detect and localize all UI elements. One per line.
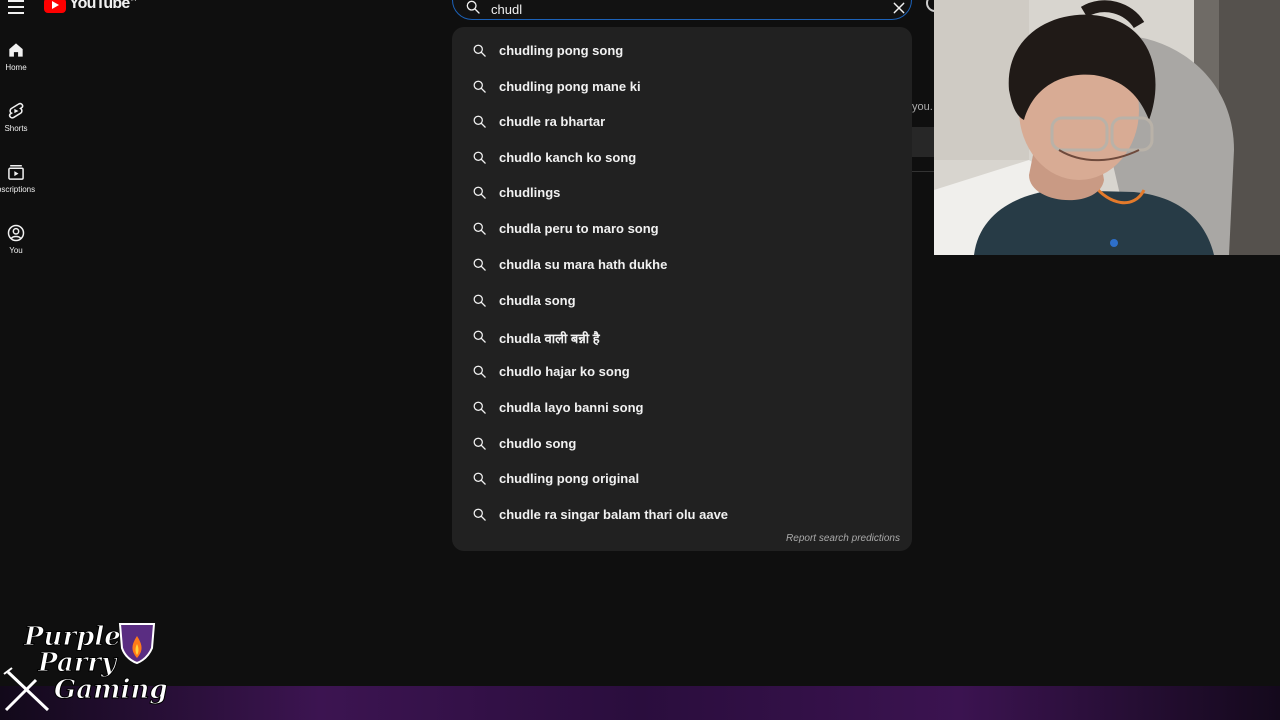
suggestion-text: chudle ra bhartar <box>499 114 606 129</box>
search-suggestions-dropdown: chudling pong song chudling pong mane ki… <box>452 27 912 551</box>
search-icon <box>473 437 486 450</box>
svg-text:Parry: Parry <box>37 648 118 678</box>
suggestion-text: chudling pong song <box>499 43 624 58</box>
sidebar-item-you[interactable]: You <box>0 223 32 284</box>
sidebar-item-shorts[interactable]: Shorts <box>0 101 32 162</box>
suggestion-item[interactable]: chudle ra singar balam thari olu aave <box>452 497 912 532</box>
webcam-image <box>934 0 1280 255</box>
suggestion-text: chudlo hajar ko song <box>499 364 630 379</box>
channel-logo: Purple Parry Gaming <box>2 618 168 716</box>
search-icon <box>473 151 486 164</box>
suggestion-text: chudlo song <box>499 436 577 451</box>
logo-text: YouTube <box>69 0 130 12</box>
suggestion-text: chudling pong original <box>499 471 640 486</box>
suggestion-item[interactable]: chudlo kanch ko song <box>452 140 912 175</box>
suggestion-item[interactable]: chudla वाली बन्नी है <box>452 319 912 354</box>
suggestion-text: chudlo kanch ko song <box>499 150 637 165</box>
suggestion-item[interactable]: chudla su mara hath dukhe <box>452 247 912 282</box>
suggestion-text: chudla su mara hath dukhe <box>499 257 668 272</box>
search-icon <box>473 222 486 235</box>
suggestion-text: chudla peru to maro song <box>499 221 659 236</box>
suggestion-text: chudla वाली बन्नी है <box>499 331 600 346</box>
suggestion-item[interactable]: chudlings <box>452 175 912 210</box>
sidebar: Home Shorts bscriptions You <box>0 40 36 284</box>
search-icon <box>473 472 486 485</box>
suggestion-text: chudla song <box>499 293 576 308</box>
search-icon <box>473 44 486 57</box>
suggestion-item[interactable]: chudling pong original <box>452 461 912 496</box>
channel-logo-image: Purple Parry Gaming <box>3 622 168 712</box>
search-input[interactable] <box>491 1 871 17</box>
search-icon <box>473 115 486 128</box>
search-icon <box>473 330 486 343</box>
shorts-icon <box>8 102 24 119</box>
sidebar-item-subscriptions[interactable]: bscriptions <box>0 162 36 223</box>
hamburger-line <box>8 0 24 2</box>
suggestion-item[interactable]: chudlo song <box>452 426 912 461</box>
divider <box>912 171 934 172</box>
sidebar-item-label: Shorts <box>4 124 28 133</box>
suggestion-text: chudla layo banni song <box>499 400 644 415</box>
suggestion-item[interactable]: chudling pong mane ki <box>452 69 912 104</box>
suggestion-item[interactable]: chudle ra bhartar <box>452 104 912 139</box>
youtube-logo[interactable]: YouTube IN <box>44 0 136 16</box>
home-icon <box>9 43 23 57</box>
sidebar-item-home[interactable]: Home <box>0 40 32 101</box>
youtube-play-icon <box>44 0 66 13</box>
stream-overlay-band <box>0 686 1280 720</box>
logo-country-code: IN <box>130 0 137 3</box>
close-icon[interactable] <box>891 0 907 16</box>
hamburger-line <box>8 12 24 14</box>
suggestion-item[interactable]: chudlo hajar ko song <box>452 354 912 389</box>
search-icon <box>473 508 486 521</box>
hamburger-line <box>8 6 24 8</box>
suggestion-text: chudlings <box>499 185 561 200</box>
background-button[interactable] <box>912 127 934 157</box>
you-icon <box>7 224 25 242</box>
suggestion-item[interactable]: chudla peru to maro song <box>452 211 912 246</box>
sidebar-item-label: You <box>9 246 23 255</box>
search-icon <box>473 365 486 378</box>
suggestion-text: chudling pong mane ki <box>499 79 641 94</box>
search-icon <box>473 294 486 307</box>
webcam-feed <box>934 0 1280 255</box>
suggestion-item[interactable]: chudla song <box>452 283 912 318</box>
subscriptions-icon <box>8 165 24 180</box>
search-icon <box>466 0 480 14</box>
menu-button[interactable] <box>6 0 26 16</box>
background-text: you. <box>912 101 933 113</box>
sidebar-item-label: Home <box>5 63 27 72</box>
search-icon <box>473 258 486 271</box>
suggestion-text: chudle ra singar balam thari olu aave <box>499 507 729 522</box>
search-icon <box>473 80 486 93</box>
suggestion-item[interactable]: chudling pong song <box>452 33 912 68</box>
svg-text:Gaming: Gaming <box>54 675 168 705</box>
search-icon <box>473 186 486 199</box>
search-box[interactable] <box>452 0 912 20</box>
search-icon <box>473 401 486 414</box>
suggestion-item[interactable]: chudla layo banni song <box>452 390 912 425</box>
report-search-predictions-link[interactable]: Report search predictions <box>786 533 900 544</box>
sidebar-item-label: bscriptions <box>0 185 36 194</box>
